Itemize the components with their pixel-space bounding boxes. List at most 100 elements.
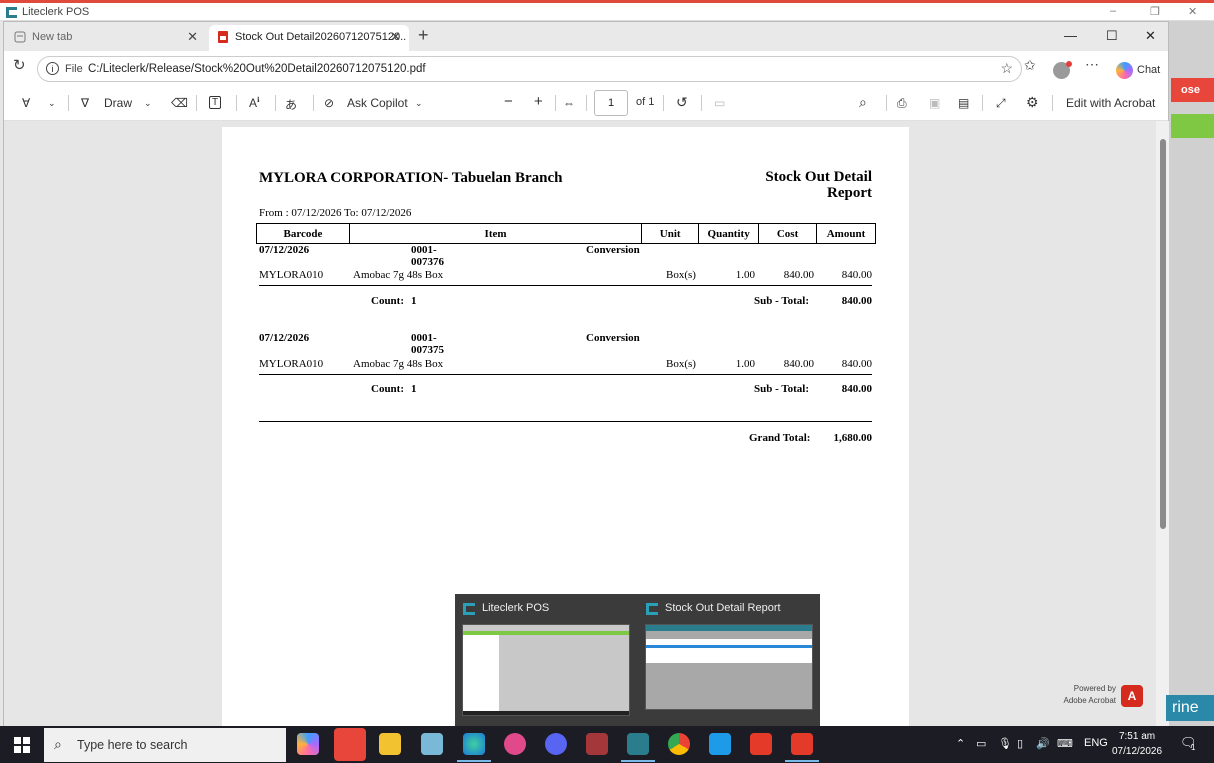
ask-copilot-button[interactable]: Ask Copilot <box>347 96 408 110</box>
search-placeholder: Type here to search <box>77 738 188 752</box>
copilot-pdf-icon[interactable]: ⊘ <box>324 96 334 110</box>
chat-button[interactable]: Chat <box>1137 64 1160 76</box>
text-box-icon[interactable]: T <box>209 96 222 109</box>
language-indicator[interactable]: ENG <box>1084 737 1108 749</box>
tab-close-icon[interactable]: ✕ <box>187 25 198 49</box>
chrome-icon[interactable] <box>668 733 690 755</box>
keyboard-icon[interactable]: ⌨ <box>1057 737 1073 750</box>
edge-browser-icon[interactable] <box>457 733 491 762</box>
row-quantity: 1.00 <box>735 358 755 370</box>
background-close-button[interactable]: ose <box>1171 78 1214 102</box>
windows-start-icon[interactable] <box>14 737 30 753</box>
vertical-scrollbar[interactable] <box>1156 121 1169 727</box>
copilot-taskbar-icon[interactable] <box>297 733 319 755</box>
address-bar[interactable]: i File C:/Liteclerk/Release/Stock%20Out%… <box>37 56 1022 82</box>
subtotal-value: 840.00 <box>841 295 872 307</box>
page-number-input[interactable]: 1 <box>594 90 628 116</box>
search-icon[interactable]: ⌕ <box>859 94 867 111</box>
preview-title: Stock Out Detail Report <box>665 602 781 614</box>
rotate-icon[interactable]: ↺ <box>676 94 688 111</box>
liteclerk-taskbar-icon[interactable] <box>621 733 655 762</box>
report-date-range: From : 07/12/2026 To: 07/12/2026 <box>259 207 412 219</box>
chevron-down-icon[interactable]: ⌄ <box>144 98 152 109</box>
app-paint-icon[interactable] <box>504 733 526 755</box>
preview-thumbnail <box>462 624 630 716</box>
favorite-star-icon[interactable]: ☆ <box>1000 60 1013 77</box>
fit-page-icon[interactable]: ⇔ <box>563 96 575 110</box>
tab-close-icon[interactable]: ✕ <box>390 25 401 49</box>
windows-taskbar: ⌕ Type here to search ⌃ ▭ 🎙 ▯ 🔊 ⌨ ENG 7:… <box>0 726 1214 763</box>
chevron-down-icon[interactable]: ⌄ <box>415 98 423 109</box>
zoom-in-icon[interactable]: + <box>534 93 543 110</box>
clock-time: 7:51 am <box>1118 731 1156 742</box>
battery-icon[interactable]: ▯ <box>1017 737 1023 750</box>
eraser-icon[interactable]: ⌫ <box>171 96 188 110</box>
app-red-devil-icon[interactable] <box>785 733 819 762</box>
draw-icon[interactable]: ∇ <box>81 96 89 110</box>
highlight-icon[interactable]: ∀ <box>22 96 30 110</box>
row-unit: Box(s) <box>666 269 696 281</box>
microphone-icon[interactable]: 🎙 <box>998 737 1012 750</box>
info-icon[interactable]: i <box>46 62 59 75</box>
background-app-titlebar: Liteclerk POS – ❐ ✕ <box>0 3 1214 21</box>
liteclerk-logo-icon <box>6 7 17 18</box>
favorites-icon[interactable]: ✩ <box>1024 57 1036 74</box>
file-explorer-icon[interactable] <box>379 733 401 755</box>
maximize-icon[interactable]: ☐ <box>1106 28 1118 44</box>
edit-with-acrobat-button[interactable]: Edit with Acrobat <box>1066 96 1155 110</box>
minimize-icon[interactable]: — <box>1064 28 1077 43</box>
page-view-icon[interactable]: ▭ <box>714 96 725 110</box>
column-header: Unit <box>641 223 700 244</box>
draw-button[interactable]: Draw <box>104 96 132 110</box>
adobe-acrobat-icon[interactable]: A <box>1121 685 1143 707</box>
report-company: MYLORA CORPORATION- Tabuelan Branch <box>259 170 563 186</box>
minimize-icon[interactable]: – <box>1110 5 1116 17</box>
fullscreen-icon[interactable]: ⤢ <box>996 96 1006 111</box>
zoom-out-icon[interactable]: − <box>504 93 513 110</box>
app-red-devil-icon[interactable] <box>750 733 772 755</box>
tab-new-tab[interactable]: New tab ✕ <box>6 25 206 51</box>
print-icon[interactable]: ⎙ <box>897 96 907 111</box>
row-item: Amobac 7g 48s Box <box>353 358 444 370</box>
subtotal-value: 840.00 <box>841 383 872 395</box>
network-icon[interactable]: ▭ <box>976 737 986 750</box>
restore-icon[interactable]: ❐ <box>1150 5 1160 18</box>
taskbar-search-box[interactable]: ⌕ Type here to search <box>44 728 286 762</box>
chevron-up-icon[interactable]: ⌃ <box>956 737 965 750</box>
copilot-icon[interactable] <box>1116 62 1133 79</box>
tab-label: New tab <box>32 31 73 43</box>
profile-avatar[interactable] <box>1053 61 1072 79</box>
app-sync-icon[interactable] <box>709 733 731 755</box>
address-row: ↻ i File C:/Liteclerk/Release/Stock%20Ou… <box>4 51 1168 85</box>
search-icon: ⌕ <box>54 736 62 752</box>
app-blue-icon[interactable] <box>421 733 443 755</box>
row-amount: 840.00 <box>841 358 872 370</box>
save-as-icon[interactable]: ▤ <box>958 96 969 110</box>
save-icon[interactable]: ▣ <box>929 96 940 110</box>
row-unit: Box(s) <box>666 358 696 370</box>
background-green-button[interactable] <box>1171 114 1214 138</box>
new-tab-plus-icon[interactable]: + <box>418 25 429 46</box>
close-window-icon[interactable]: ✕ <box>1145 28 1156 44</box>
row-divider <box>259 285 872 286</box>
url-text[interactable]: C:/Liteclerk/Release/Stock%20Out%20Detai… <box>88 63 426 75</box>
more-options-icon[interactable]: ⋯ <box>1085 56 1099 73</box>
subtotal-label: Sub - Total: <box>754 383 810 395</box>
settings-gear-icon[interactable]: ⚙ <box>1026 94 1039 111</box>
chevron-down-icon[interactable]: ⌄ <box>48 98 56 109</box>
volume-icon[interactable]: 🔊 <box>1036 737 1050 750</box>
preview-stock-out-report[interactable]: Stock Out Detail Report <box>638 594 820 726</box>
background-teal-button[interactable]: rine <box>1166 695 1214 721</box>
close-icon[interactable]: ✕ <box>1188 5 1197 18</box>
tab-stock-out-pdf[interactable]: Stock Out Detail20260712075120.. ✕ <box>209 25 409 51</box>
discord-icon[interactable] <box>545 733 567 755</box>
scrollbar-thumb[interactable] <box>1160 139 1166 529</box>
refresh-icon[interactable]: ↻ <box>13 56 26 74</box>
access-app-icon[interactable] <box>586 733 608 755</box>
acrobat-badge-text: Powered by Adobe Acrobat <box>1056 683 1116 707</box>
taskbar-clock[interactable]: 7:51 am 07/12/2026 <box>1112 729 1162 759</box>
preview-liteclerk[interactable]: Liteclerk POS <box>455 594 637 726</box>
read-aloud-icon[interactable]: Aℹ <box>249 96 260 110</box>
app-red-icon[interactable] <box>334 728 366 761</box>
translate-icon[interactable]: あ <box>285 96 297 113</box>
